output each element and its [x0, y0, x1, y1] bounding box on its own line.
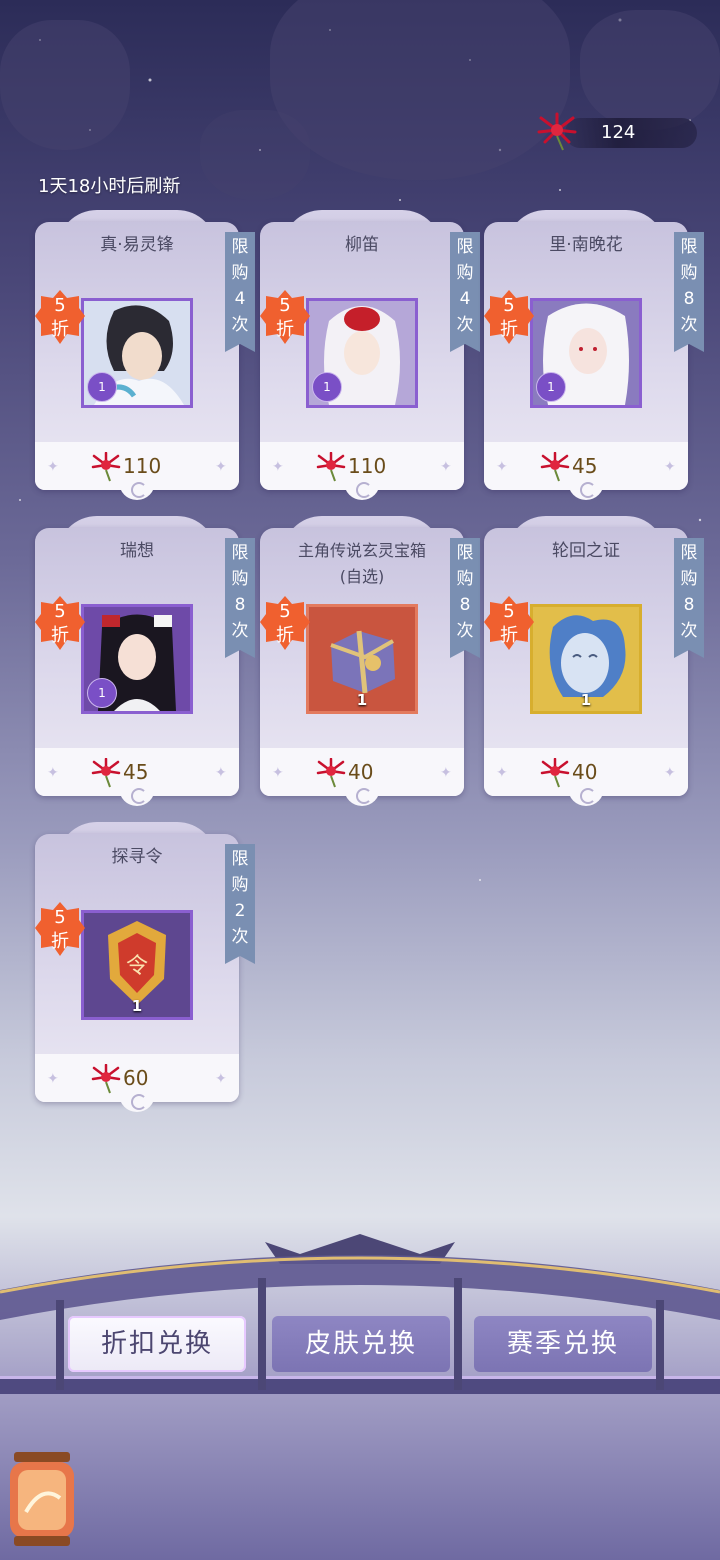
- moon-icon: [580, 482, 596, 498]
- item-name: 瑞想: [120, 541, 154, 561]
- red-spider-lily-icon: [91, 758, 121, 788]
- sparkle-icon: ✦: [664, 459, 676, 475]
- item-price: 60: [123, 1066, 149, 1090]
- purchase-limit-tag: 限购8次: [225, 538, 255, 658]
- purchase-limit-tag: 限购4次: [450, 232, 480, 352]
- discount-badge: 5折: [35, 900, 85, 962]
- currency-amount: 124: [601, 122, 636, 143]
- sparkle-icon: ✦: [272, 459, 284, 475]
- red-spider-lily-icon: [537, 112, 577, 151]
- red-spider-lily-icon: [540, 758, 570, 788]
- sparkle-icon: ✦: [272, 765, 284, 781]
- red-spider-lily-icon: [316, 758, 346, 788]
- item-portrait[interactable]: 1: [530, 298, 642, 408]
- item-portrait[interactable]: 1: [306, 604, 418, 714]
- lantern-back-button[interactable]: [4, 1448, 80, 1548]
- item-name: 探寻令: [111, 847, 163, 867]
- purchase-limit-tag: 限购4次: [225, 232, 255, 352]
- sparkle-icon: ✦: [47, 459, 59, 475]
- level-badge: 1: [312, 372, 342, 402]
- moon-icon: [580, 788, 596, 804]
- purchase-limit-tag: 限购8次: [674, 538, 704, 658]
- moon-icon: [131, 1094, 147, 1110]
- discount-badge: 5折: [35, 594, 85, 656]
- sparkle-icon: ✦: [47, 765, 59, 781]
- svg-text:令: 令: [126, 954, 148, 979]
- sparkle-icon: ✦: [496, 459, 508, 475]
- item-price: 45: [123, 760, 149, 784]
- item-count: 1: [356, 691, 368, 709]
- item-portrait[interactable]: 令 1: [81, 910, 193, 1020]
- moon-icon: [356, 482, 372, 498]
- item-name: 柳笛: [345, 235, 379, 255]
- sparkle-icon: ✦: [496, 765, 508, 781]
- tab-season-exchange[interactable]: 赛季兑换: [474, 1316, 652, 1372]
- sparkle-icon: ✦: [215, 1071, 227, 1087]
- sky-lantern: [200, 110, 310, 200]
- currency-display: 124: [535, 112, 703, 152]
- red-spider-lily-icon: [91, 452, 121, 482]
- item-portrait[interactable]: 1: [306, 298, 418, 408]
- sparkle-icon: ✦: [215, 459, 227, 475]
- shop-card[interactable]: 里·南晚花 限购8次 1 5折 45 ✦ ✦: [484, 210, 704, 500]
- item-name: 真·易灵锋: [100, 235, 174, 255]
- red-spider-lily-icon: [316, 452, 346, 482]
- item-count: 1: [580, 691, 592, 709]
- item-price: 40: [572, 760, 598, 784]
- item-name: 主角传说玄灵宝箱(自选): [297, 541, 426, 586]
- sparkle-icon: ✦: [440, 459, 452, 475]
- level-badge: 1: [536, 372, 566, 402]
- item-portrait[interactable]: 1: [81, 298, 193, 408]
- discount-badge: 5折: [484, 594, 534, 656]
- discount-badge: 5折: [484, 288, 534, 350]
- item-name: 轮回之证: [552, 541, 620, 561]
- purchase-limit-tag: 限购2次: [225, 844, 255, 964]
- moon-icon: [356, 788, 372, 804]
- item-portrait[interactable]: 1: [530, 604, 642, 714]
- discount-badge: 5折: [260, 288, 310, 350]
- level-badge: 1: [87, 678, 117, 708]
- shop-card[interactable]: 柳笛 限购4次 1 5折 110 ✦ ✦: [260, 210, 480, 500]
- sparkle-icon: ✦: [664, 765, 676, 781]
- item-price: 45: [572, 454, 598, 478]
- item-portrait[interactable]: 1: [81, 604, 193, 714]
- red-spider-lily-icon: [540, 452, 570, 482]
- sparkle-icon: ✦: [440, 765, 452, 781]
- sky-lantern: [0, 20, 130, 150]
- moon-icon: [131, 482, 147, 498]
- shop-card[interactable]: 真·易灵锋 限购4次 1 5折 110 ✦ ✦: [35, 210, 255, 500]
- sparkle-icon: ✦: [215, 765, 227, 781]
- red-spider-lily-icon: [91, 1064, 121, 1094]
- moon-icon: [131, 788, 147, 804]
- item-price: 110: [123, 454, 162, 478]
- item-count: 1: [131, 997, 143, 1015]
- shop-card[interactable]: 主角传说玄灵宝箱(自选) 限购8次 1 5折 40 ✦ ✦: [260, 516, 480, 806]
- sparkle-icon: ✦: [47, 1071, 59, 1087]
- purchase-limit-tag: 限购8次: [450, 538, 480, 658]
- refresh-timer: 1天18小时后刷新: [38, 176, 181, 197]
- item-name: 里·南晚花: [549, 235, 623, 255]
- shop-card[interactable]: 轮回之证 限购8次 1 5折 40 ✦ ✦: [484, 516, 704, 806]
- discount-badge: 5折: [260, 594, 310, 656]
- level-badge: 1: [87, 372, 117, 402]
- tab-discount-exchange[interactable]: 折扣兑换: [68, 1316, 246, 1372]
- item-price: 40: [348, 760, 374, 784]
- shop-card[interactable]: 探寻令 限购2次 令 1 5折 60 ✦ ✦: [35, 822, 255, 1112]
- discount-badge: 5折: [35, 288, 85, 350]
- tab-skin-exchange[interactable]: 皮肤兑换: [272, 1316, 450, 1372]
- shop-card[interactable]: 瑞想 限购8次 1 5折 45 ✦ ✦: [35, 516, 255, 806]
- purchase-limit-tag: 限购8次: [674, 232, 704, 352]
- sky-lantern: [270, 0, 570, 180]
- item-price: 110: [348, 454, 387, 478]
